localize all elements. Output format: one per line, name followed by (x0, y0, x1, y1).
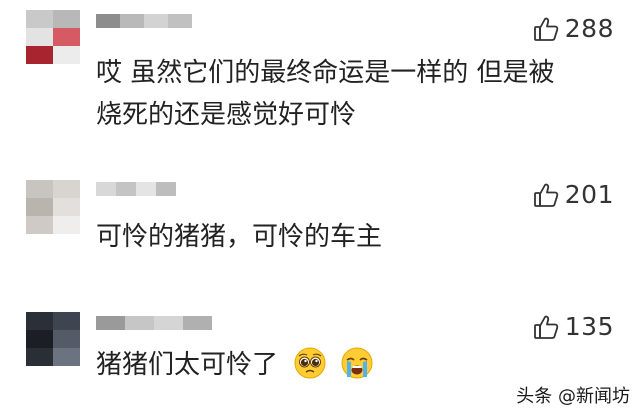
comment-text-line: 猪猪们太可怜了 (96, 350, 279, 380)
like-button[interactable]: 135 (533, 312, 614, 341)
like-button[interactable]: 201 (533, 180, 614, 209)
like-count: 201 (564, 180, 614, 209)
avatar-pixel (26, 312, 53, 330)
avatar-pixel (26, 46, 53, 64)
pleading-face-emoji (294, 347, 326, 392)
avatar-pixel (26, 180, 53, 198)
avatar-pixel (53, 198, 80, 216)
comment-item: 288 哎 虽然它们的最终命运是一样的 但是被 烧死的还是感觉好可怜 (0, 0, 640, 160)
avatar-pixel (53, 180, 80, 198)
avatar-pixel (26, 10, 53, 28)
avatar-pixel (26, 216, 53, 234)
avatar-pixel (53, 28, 80, 46)
comment-text: 哎 虽然它们的最终命运是一样的 但是被 烧死的还是感觉好可怜 (96, 52, 620, 136)
username-pixel (116, 182, 136, 196)
avatar[interactable] (26, 10, 80, 64)
username-pixel (144, 14, 168, 28)
username-pixel (136, 182, 156, 196)
username-pixel (125, 316, 154, 330)
like-count: 288 (564, 14, 614, 43)
avatar-pixel (26, 348, 53, 366)
username-pixel (154, 316, 183, 330)
loudly-crying-face-emoji (341, 347, 373, 392)
avatar-pixel (53, 312, 80, 330)
username-pixel (183, 316, 212, 330)
username-pixel (120, 14, 144, 28)
username-blurred[interactable] (96, 14, 192, 28)
avatar-pixel (26, 28, 53, 46)
avatar-pixel (53, 10, 80, 28)
thumbs-up-icon (533, 16, 559, 42)
like-count: 135 (564, 312, 614, 341)
comment-item: 201 可怜的猪猪，可怜的车主 (0, 160, 640, 292)
username-pixel (168, 14, 192, 28)
thumbs-up-icon (533, 182, 559, 208)
username-blurred[interactable] (96, 316, 212, 330)
comment-text: 可怜的猪猪，可怜的车主 (96, 216, 620, 258)
username-blurred[interactable] (96, 182, 176, 196)
avatar-pixel (53, 330, 80, 348)
avatar-pixel (53, 46, 80, 64)
comment-text-line: 烧死的还是感觉好可怜 (96, 100, 357, 130)
watermark: 头条 @新闻坊 (516, 386, 630, 407)
avatar[interactable] (26, 312, 80, 366)
avatar[interactable] (26, 180, 80, 234)
thumbs-up-icon (533, 314, 559, 340)
avatar-pixel (53, 348, 80, 366)
username-pixel (156, 182, 176, 196)
comment-text-line: 哎 虽然它们的最终命运是一样的 但是被 (96, 58, 555, 88)
avatar-pixel (26, 198, 53, 216)
avatar-pixel (26, 330, 53, 348)
comment-text-line: 可怜的猪猪，可怜的车主 (96, 222, 383, 252)
username-pixel (96, 182, 116, 196)
avatar-pixel (53, 216, 80, 234)
username-pixel (96, 14, 120, 28)
like-button[interactable]: 288 (533, 14, 614, 43)
username-pixel (96, 316, 125, 330)
